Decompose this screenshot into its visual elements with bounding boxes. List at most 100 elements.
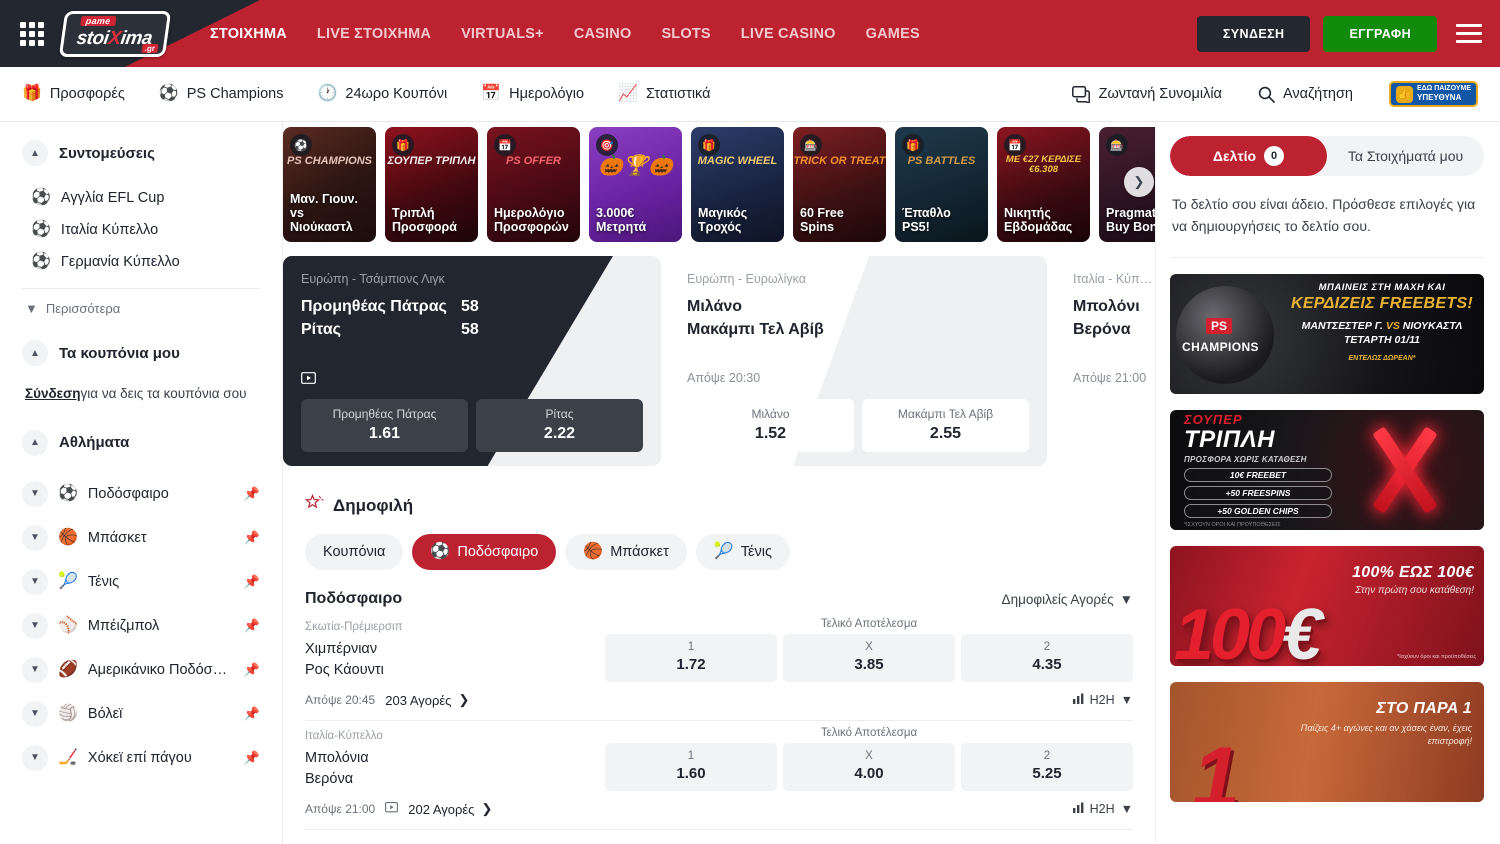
big-amount-art: 100€ xyxy=(1174,594,1318,666)
odd-button-1[interactable]: 1 1.72 xyxy=(605,634,777,682)
odd-button[interactable]: 1 1.6 xyxy=(1073,399,1155,452)
live-chat-button[interactable]: Ζωντανή Συνομιλία xyxy=(1072,86,1222,103)
pin-icon[interactable]: 📌 xyxy=(244,662,260,678)
sidebar-section-coupons-header[interactable]: ▲ Τα κουπόνια μου xyxy=(22,340,260,366)
rg-line1: ΕΔΩ ΠΑΙΖΟΥΜΕ xyxy=(1417,85,1471,92)
chip-tenis[interactable]: 🎾 Τένις xyxy=(696,534,790,570)
odd-button[interactable]: Ρίτας 2.22 xyxy=(476,399,643,452)
chevron-down-icon[interactable]: ▼ xyxy=(22,701,48,727)
event-markets-link[interactable]: 202 Αγορές ❯ xyxy=(408,801,492,817)
sidebar-sport-mpasket[interactable]: ▼ 🏀 Μπάσκετ 📌 xyxy=(22,516,260,560)
promo-title: 3.000€ Μετρητά xyxy=(589,206,682,242)
sidebar-shortcut-efl-cup[interactable]: ⚽ Αγγλία EFL Cup xyxy=(22,182,260,214)
promo-carousel-next-button[interactable]: ❯ xyxy=(1124,167,1154,197)
event-h2h-toggle[interactable]: H2H ▼ xyxy=(1073,693,1133,707)
sidebar-sport-american-football[interactable]: ▼ 🏈 Αμερικάνικο Ποδόσ… 📌 xyxy=(22,648,260,692)
nav-item-live-casino[interactable]: LIVE CASINO xyxy=(741,26,836,42)
login-button[interactable]: ΣΥΝΔΕΣΗ xyxy=(1197,16,1311,52)
apps-grid-icon[interactable] xyxy=(20,22,44,46)
sidebar-section-sports-header[interactable]: ▲ Αθλήματα xyxy=(22,430,260,456)
event-h2h-toggle[interactable]: H2H ▼ xyxy=(1073,802,1133,816)
sidebar-sport-ice-hockey[interactable]: ▼ 🏒 Χόκεϊ επί πάγου 📌 xyxy=(22,736,260,780)
odd-button-2[interactable]: 2 5.25 xyxy=(961,743,1133,791)
pin-icon[interactable]: 📌 xyxy=(244,574,260,590)
sidebar-more-shortcuts[interactable]: ▼ Περισσότερα xyxy=(22,295,260,322)
tab-betslip[interactable]: Δελτίο 0 xyxy=(1170,136,1327,176)
sidebar-section-shortcuts-header[interactable]: ▲ Συντομεύσεις xyxy=(22,140,260,166)
odd-button-1[interactable]: 1 1.60 xyxy=(605,743,777,791)
event-info[interactable]: Ιταλία-Κύπελλο Μπολόνια Βερόνα xyxy=(305,727,605,790)
chip-mpasket[interactable]: 🏀 Μπάσκετ xyxy=(565,534,687,570)
odd-label: Μακάμπι Τελ Αβίβ xyxy=(868,407,1023,421)
chip-podosfairo[interactable]: ⚽ Ποδόσφαιρο xyxy=(412,534,556,570)
odd-key: X xyxy=(783,641,955,653)
live-stream-icon[interactable] xyxy=(301,372,643,387)
highlight-card[interactable]: Ιταλία - Κύπ… Μπολόνι Βερόνα Απόψε 21:00… xyxy=(1055,256,1155,466)
promo-card[interactable]: 🎁 ΣΟΥΠΕΡ ΤΡΙΠΛΗ Τριπλή Προσφορά xyxy=(385,127,478,242)
event-info[interactable]: Σκωτία-Πρέμιερσιπ Χιμπέρνιαν Ρος Κάουντι xyxy=(305,618,605,681)
hamburger-menu-icon[interactable] xyxy=(1456,24,1482,43)
sidebar-sport-volei[interactable]: ▼ 🏐 Βόλεϊ 📌 xyxy=(22,692,260,736)
promo-banner-welcome-bonus[interactable]: 100€ 100% ΕΩΣ 100€ Στην πρώτη σου κατάθε… xyxy=(1170,546,1484,666)
sidebar-sport-tenis[interactable]: ▼ 🎾 Τένις 📌 xyxy=(22,560,260,604)
odd-button[interactable]: Μακάμπι Τελ Αβίβ 2.55 xyxy=(862,399,1029,452)
pin-icon[interactable]: 📌 xyxy=(244,706,260,722)
odd-button[interactable]: Μιλάνο 1.52 xyxy=(687,399,854,452)
chevron-down-icon[interactable]: ▼ xyxy=(22,613,48,639)
subnav-item-statistika[interactable]: 📈 Στατιστικά xyxy=(618,86,710,102)
highlight-card[interactable]: Ευρώπη - Ευρωλίγκα Μιλάνο Μακάμπι Τελ Αβ… xyxy=(669,256,1047,466)
register-button[interactable]: ΕΓΓΡΑΦΗ xyxy=(1323,16,1437,52)
live-stream-icon[interactable] xyxy=(385,802,398,816)
sidebar-section-title: Τα κουπόνια μου xyxy=(59,345,180,362)
nav-item-games[interactable]: GAMES xyxy=(866,26,920,42)
promo-card[interactable]: 🎯 🎃🏆🎃 3.000€ Μετρητά xyxy=(589,127,682,242)
markets-selector[interactable]: Δημοφιλείς Αγορές ▼ xyxy=(1002,592,1133,607)
nav-item-live-stoixima[interactable]: LIVE ΣΤΟΙΧΗΜΑ xyxy=(317,26,431,42)
promo-banner-super-tripli[interactable]: ΣΟΥΠΕΡ ΤΡΙΠΛΗ ΠΡΟΣΦΟΡΑ ΧΩΡΙΣ ΚΑΤΑΘΕΣΗ 10… xyxy=(1170,410,1484,530)
chevron-down-icon[interactable]: ▼ xyxy=(22,525,48,551)
promo-banner-ps-champions[interactable]: PS CHAMPIONS ΜΠΑΙΝΕΙΣ ΣΤΗ ΜΑΧΗ ΚΑΙ ΚΕΡΔΙ… xyxy=(1170,274,1484,394)
sidebar-sport-podosfairo[interactable]: ▼ ⚽ Ποδόσφαιρο 📌 xyxy=(22,472,260,516)
sidebar-sport-mpeizmpol[interactable]: ▼ ⚾ Μπέιζμπολ 📌 xyxy=(22,604,260,648)
sidebar-login-link[interactable]: Σύνδεση xyxy=(25,386,81,401)
event-markets-link[interactable]: 203 Αγορές ❯ xyxy=(385,692,469,708)
nav-item-casino[interactable]: CASINO xyxy=(574,26,632,42)
search-button[interactable]: Αναζήτηση xyxy=(1258,86,1353,103)
pin-icon[interactable]: 📌 xyxy=(244,750,260,766)
odd-button[interactable]: Προμηθέας Πάτρας 1.61 xyxy=(301,399,468,452)
promo-card[interactable]: 🎰 TRICK OR TREAT 60 Free Spins xyxy=(793,127,886,242)
odd-button-x[interactable]: X 3.85 xyxy=(783,634,955,682)
soccer-ball-icon: ⚽ xyxy=(430,544,450,560)
promo-card[interactable]: 🎁 MAGIC WHEEL Μαγικός Τροχός xyxy=(691,127,784,242)
subnav-item-24oro-koupon[interactable]: 🕐 24ωρο Κουπόνι xyxy=(317,86,447,102)
odd-button-x[interactable]: X 4.00 xyxy=(783,743,955,791)
sidebar-shortcut-germania-kypello[interactable]: ⚽ Γερμανία Κύπελλο xyxy=(22,246,260,278)
site-logo[interactable]: pame stoiXima .gr xyxy=(62,11,168,57)
highlight-card[interactable]: Ευρώπη - Τσάμπιονς Λιγκ Προμηθέας Πάτρας… xyxy=(283,256,661,466)
nav-item-stoixima[interactable]: ΣΤΟΙΧΗΜΑ xyxy=(210,26,287,42)
sidebar-shortcut-italia-kypello[interactable]: ⚽ Ιταλία Κύπελλο xyxy=(22,214,260,246)
chevron-down-icon[interactable]: ▼ xyxy=(22,657,48,683)
chip-koupones[interactable]: Κουπόνια xyxy=(305,534,403,570)
responsible-gaming-badge[interactable]: 👍 ΕΔΩ ΠΑΙΖΟΥΜΕ ΥΠΕΥΘΥΝΑ xyxy=(1389,81,1478,107)
odd-button-2[interactable]: 2 4.35 xyxy=(961,634,1133,682)
subnav-item-ps-champions[interactable]: ⚽ PS Champions xyxy=(159,86,284,102)
team-score: 58 xyxy=(461,321,521,339)
chevron-down-icon[interactable]: ▼ xyxy=(22,569,48,595)
promo-card[interactable]: ⚽ PS CHAMPIONS Μαν. Γιουν. vs Νιούκαστλ xyxy=(283,127,376,242)
pin-icon[interactable]: 📌 xyxy=(244,530,260,546)
subnav-item-imerologio[interactable]: 📅 Ημερολόγιο xyxy=(481,86,584,102)
pin-icon[interactable]: 📌 xyxy=(244,618,260,634)
chevron-down-icon[interactable]: ▼ xyxy=(22,745,48,771)
nav-item-virtuals[interactable]: VIRTUALS+ xyxy=(461,26,544,42)
promo-card[interactable]: 📅 PS OFFER Ημερολόγιο Προσφορών xyxy=(487,127,580,242)
tab-my-bets[interactable]: Τα Στοιχήματά μου xyxy=(1327,136,1484,176)
pin-icon[interactable]: 📌 xyxy=(244,486,260,502)
promo-card[interactable]: 📅 ΜΕ €27 ΚΕΡΔΙΣΕ €6.308 Νικητής Εβδομάδα… xyxy=(997,127,1090,242)
promo-card[interactable]: 🎁 PS BATTLES Έπαθλο PS5! xyxy=(895,127,988,242)
chevron-down-icon[interactable]: ▼ xyxy=(22,481,48,507)
subnav-label: PS Champions xyxy=(187,86,284,102)
promo-banner-sto-para-1[interactable]: 1 ΣΤΟ ΠΑΡΑ 1 Παίζεις 4+ αγώνες και αν χά… xyxy=(1170,682,1484,802)
subnav-item-prosfores[interactable]: 🎁 Προσφορές xyxy=(22,86,125,102)
nav-item-slots[interactable]: SLOTS xyxy=(661,26,710,42)
